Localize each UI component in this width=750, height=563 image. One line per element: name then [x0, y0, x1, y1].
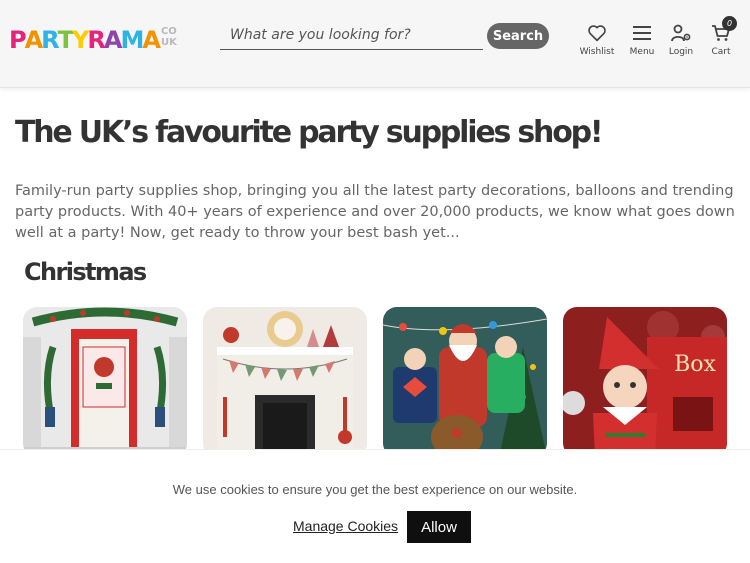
logo-letter: P	[9, 26, 27, 54]
cookie-banner: We use cookies to ensure you get the bes…	[0, 449, 750, 563]
wishlist-label: Wishlist	[579, 47, 615, 57]
category-card-elf-on-the-shelf[interactable]: Box	[563, 307, 727, 457]
logo-tld-bottom: UK	[160, 37, 177, 48]
section-title-christmas: Christmas	[24, 258, 147, 286]
logo-letter: R	[87, 26, 106, 54]
logo-letter: Y	[72, 26, 89, 54]
cart-label: Cart	[711, 47, 731, 57]
intro-paragraph: Family-run party supplies shop, bringing…	[15, 183, 735, 241]
logo-domain: CO UK	[161, 26, 177, 48]
logo-letter: A	[142, 26, 161, 54]
user-gear-icon	[671, 24, 691, 42]
logo-letter: A	[24, 26, 44, 54]
search-input[interactable]	[220, 22, 483, 48]
christmas-bunting-image	[203, 307, 367, 457]
logo-tld-top: CO	[160, 26, 177, 37]
cart-button[interactable]: 0 Cart	[698, 16, 744, 57]
logo-letter: M	[120, 26, 144, 54]
logo-letter: R	[41, 26, 60, 54]
hamburger-icon	[633, 26, 651, 40]
elf-box-image: Box	[563, 307, 727, 457]
partyrama-logo[interactable]: PARTYRAMA CO UK	[9, 26, 177, 54]
christmas-costumes-image	[383, 307, 547, 457]
cookie-message: We use cookies to ensure you get the bes…	[172, 482, 578, 497]
search-button[interactable]: Search	[487, 23, 549, 49]
page-headline: The UK’s favourite party supplies shop!	[15, 115, 604, 150]
wishlist-button[interactable]: Wishlist	[574, 24, 620, 57]
christmas-door-image	[23, 307, 187, 457]
category-card-christmas-costumes[interactable]	[383, 307, 547, 457]
search-bar	[220, 22, 483, 50]
heart-icon	[588, 25, 606, 42]
site-header: PARTYRAMA CO UK Search Wishlist Menu Log…	[0, 0, 750, 88]
cart-count-badge: 0	[722, 16, 737, 31]
category-card-christmas-bunting[interactable]	[203, 307, 367, 457]
manage-cookies-link[interactable]: Manage Cookies	[293, 518, 398, 534]
allow-cookies-button[interactable]: Allow	[407, 511, 471, 543]
logo-wordmark: PARTYRAMA	[9, 26, 161, 54]
box-text: Box	[674, 352, 716, 377]
category-card-christmas-door[interactable]	[23, 307, 187, 457]
logo-letter: A	[103, 26, 123, 54]
logo-letter: T	[57, 26, 74, 54]
